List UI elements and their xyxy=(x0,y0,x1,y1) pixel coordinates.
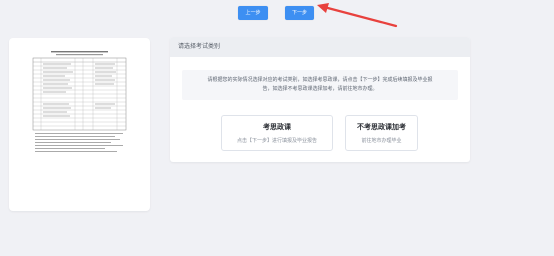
next-step-button[interactable]: 下一步 xyxy=(285,6,314,20)
option-title: 考思政课 xyxy=(263,123,291,131)
panel-header: 请选择考试类别 xyxy=(170,37,470,57)
top-toolbar: 上一步 下一步 xyxy=(0,6,554,22)
prev-step-button[interactable]: 上一步 xyxy=(238,6,268,20)
option-skip-exam[interactable]: 不考思政课加考 前往地市办理毕业 xyxy=(345,115,418,151)
red-arrow-annotation xyxy=(317,3,398,28)
option-title: 不考思政课加考 xyxy=(357,123,406,131)
notice-box: 请根据您的实际情况选择对应的考试类别，如选择考思政课，请点击【下一步】完成后续填… xyxy=(182,70,458,100)
exam-type-panel: 请选择考试类别 请根据您的实际情况选择对应的考试类别，如选择考思政课，请点击【下… xyxy=(170,37,470,162)
document-thumbnail xyxy=(31,48,128,162)
option-description: 前往地市办理毕业 xyxy=(361,138,402,144)
option-description: 点击【下一步】进行填报及毕业报告 xyxy=(236,138,317,144)
option-take-exam[interactable]: 考思政课 点击【下一步】进行填报及毕业报告 xyxy=(221,115,333,151)
notice-text-line-2: 告，如选择不考思政课选择加考，请前往地市办理。 xyxy=(262,86,378,92)
notice-text-line-1: 请根据您的实际情况选择对应的考试类别，如选择考思政课，请点击【下一步】完成后续填… xyxy=(207,77,433,83)
document-preview-panel xyxy=(9,38,150,211)
